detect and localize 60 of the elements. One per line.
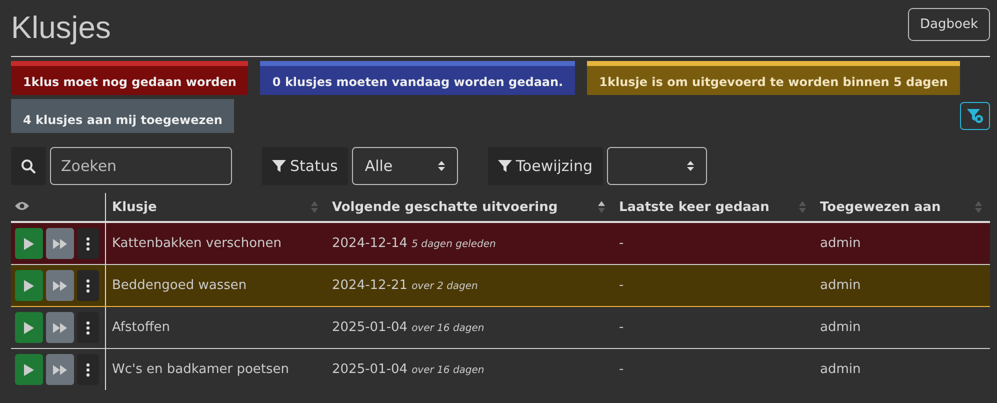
date-text: 2025-01-04 [332, 362, 408, 377]
date-text: 2025-01-04 [332, 320, 408, 335]
execute-button[interactable] [15, 312, 43, 343]
more-button[interactable] [77, 228, 99, 259]
play-icon [24, 364, 34, 376]
table-cell: - [613, 348, 814, 390]
fast-forward-icon [53, 322, 67, 332]
more-button[interactable] [77, 354, 99, 385]
status-banner: 4 klusjes aan mij toegewezen [11, 99, 234, 133]
execute-button[interactable] [15, 228, 43, 259]
status-banner: 1klusje is om uitgevoerd te worden binnen 5 dagen [587, 61, 960, 95]
execute-button[interactable] [15, 354, 43, 385]
play-icon [24, 238, 34, 250]
select-caret-icon [438, 161, 445, 171]
table-cell: - [613, 264, 814, 306]
relative-time: over 2 dagen [412, 281, 478, 292]
filter-icon [272, 159, 286, 173]
table-cell: - [613, 306, 814, 348]
more-button[interactable] [77, 312, 99, 343]
eye-icon [15, 200, 29, 210]
table-cell: - [613, 222, 814, 264]
table-cell: Kattenbakken verschonen [106, 222, 326, 264]
more-button[interactable] [77, 270, 99, 301]
date-text: 2024-12-21 [332, 278, 408, 293]
relative-time: 5 dagen geleden [412, 239, 496, 250]
kebab-icon [86, 236, 90, 250]
table-cell: Afstoffen [106, 306, 326, 348]
table-cell: admin [814, 306, 990, 348]
filter-clear-icon [966, 108, 984, 124]
play-icon [24, 322, 34, 334]
select-caret-icon [686, 161, 694, 171]
table-cell: Wc's en badkamer poetsen [106, 348, 326, 390]
relative-time: over 16 dagen [412, 323, 484, 334]
play-icon [24, 280, 34, 292]
table-cell: admin [814, 222, 990, 264]
fast-forward-icon [53, 280, 67, 290]
table-cell: admin [814, 348, 990, 390]
status-banner: 1klus moet nog gedaan worden [11, 61, 248, 95]
page-title: Klusjes [11, 10, 111, 46]
kebab-icon [86, 320, 90, 334]
kebab-icon [86, 278, 90, 292]
execute-button[interactable] [15, 270, 43, 301]
table-cell: Beddengoed wassen [106, 264, 326, 306]
status-banner: 0 klusjes moeten vandaag worden gedaan. [260, 61, 576, 95]
date-text: 2024-12-14 [332, 236, 408, 251]
journal-button[interactable]: Dagboek [908, 8, 990, 40]
search-field[interactable]: Zoeken [50, 147, 232, 185]
filter-select[interactable] [606, 147, 707, 185]
fast-forward-icon [53, 238, 67, 248]
filter-icon [498, 159, 512, 173]
filter-text: Status [290, 157, 338, 175]
search-icon [21, 158, 36, 174]
kebab-icon [86, 362, 90, 376]
filter-select[interactable]: Alle [352, 147, 458, 185]
fast-forward-icon [53, 364, 67, 374]
table-cell: admin [814, 264, 990, 306]
sort-icon[interactable] [598, 201, 605, 213]
filter-text: Toewijzing [516, 157, 593, 175]
relative-time: over 16 dagen [412, 365, 484, 376]
clear-filter-button[interactable] [960, 102, 990, 130]
